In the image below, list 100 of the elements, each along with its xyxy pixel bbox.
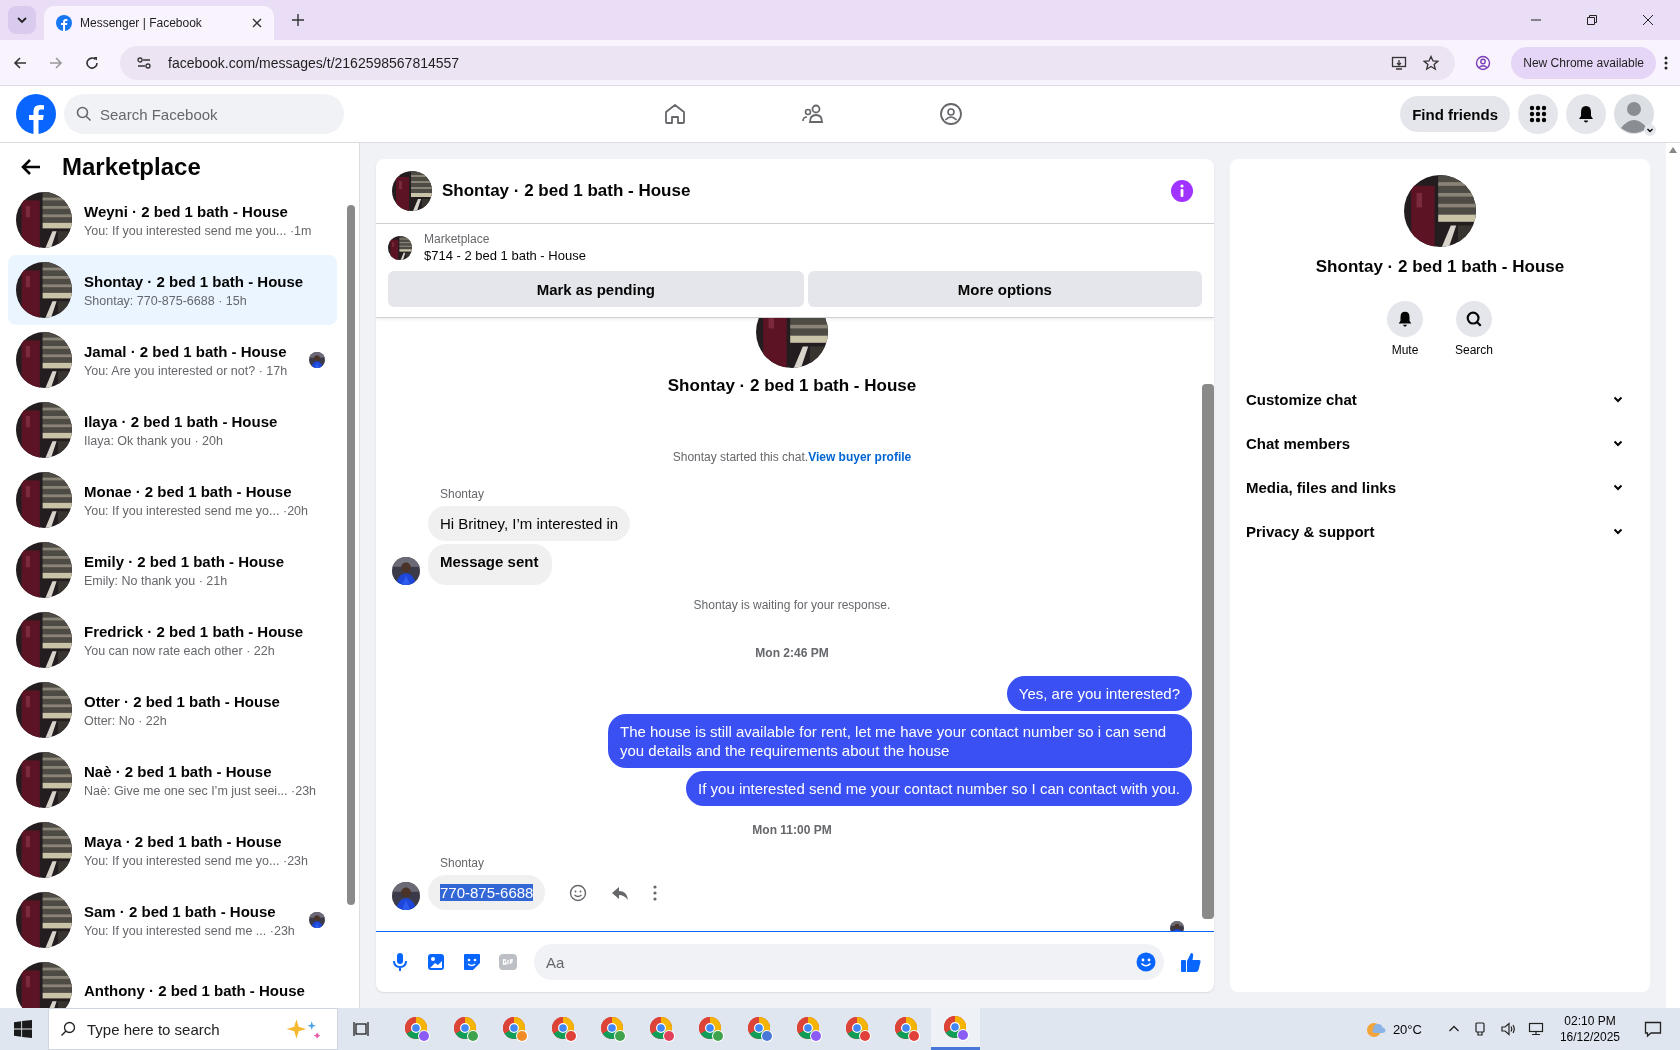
conversation-item[interactable]: Otter · 2 bed 1 bath - House Otter: No · 22h: [8, 675, 337, 745]
conversation-title: Shontay · 2 bed 1 bath - House: [84, 272, 305, 290]
volume-icon[interactable]: [1499, 1021, 1516, 1037]
notification-icon[interactable]: [1644, 1020, 1662, 1038]
taskbar-search-field[interactable]: Type here to search: [48, 1008, 338, 1050]
profile-icon[interactable]: [1475, 54, 1492, 71]
scrollbar[interactable]: [1666, 143, 1680, 1008]
conversation-item[interactable]: Fredrick · 2 bed 1 bath - House You can now rate each other · 22h: [8, 605, 337, 675]
buyer-profile-link[interactable]: View buyer profile: [808, 450, 912, 464]
weather-text: 20°C: [1392, 1021, 1422, 1037]
notifications-button[interactable]: [1566, 94, 1606, 134]
back-icon[interactable]: [12, 54, 28, 71]
home-icon[interactable]: [663, 102, 688, 126]
collapsible-section[interactable]: Customize chat: [1246, 377, 1638, 421]
timestamp: Mon 11:00 PM: [752, 823, 832, 837]
facebook-logo-icon: [56, 15, 72, 31]
conversation-title: Weyni · 2 bed 1 bath - House: [84, 202, 289, 220]
close-icon[interactable]: [1642, 14, 1654, 26]
search-field[interactable]: Search Facebook: [64, 94, 344, 134]
conversation-title: Fredrick · 2 bed 1 bath - House: [84, 622, 305, 640]
browser-icon: [500, 1015, 529, 1043]
outgoing-message: Yes, are you interested?: [1006, 676, 1192, 711]
conversation-item[interactable]: Emily · 2 bed 1 bath - House Emily: No thank you · 21h: [8, 535, 337, 605]
thumbs-up-icon[interactable]: [1180, 951, 1202, 973]
browser-icon: [843, 1015, 872, 1043]
microphone-icon[interactable]: [390, 952, 410, 972]
message-field[interactable]: Aa: [534, 944, 1164, 980]
bell-icon: [1576, 104, 1596, 124]
listing-action-button[interactable]: More options: [807, 271, 1202, 307]
incoming-message: Hi Britney, I’m interested in: [428, 506, 631, 541]
forward-icon[interactable]: [48, 54, 64, 71]
image-icon[interactable]: [426, 952, 446, 972]
sidebar-title: Marketplace: [62, 153, 201, 181]
account-button[interactable]: [1614, 94, 1654, 134]
more-icon[interactable]: [1664, 55, 1668, 70]
message-preview: You: If you interested send me yo... ·20h: [84, 503, 309, 518]
browser-icon: [696, 1015, 725, 1043]
star-icon[interactable]: [1423, 54, 1440, 71]
conversation-item[interactable]: Shontay · 2 bed 1 bath - House Shontay: 770-875-6688 · 15h: [8, 255, 337, 325]
new-tab-icon[interactable]: [292, 14, 304, 26]
collapsible-section[interactable]: Chat members: [1246, 421, 1638, 465]
message-preview: You: If you interested send me yo... ·23h: [84, 853, 309, 868]
friends-icon[interactable]: [801, 102, 826, 126]
collapsible-section[interactable]: Media, files and links: [1246, 465, 1638, 509]
mute-button[interactable]: [1387, 301, 1423, 337]
action-label: Mute: [1391, 343, 1419, 357]
browser-icon: [941, 1013, 970, 1042]
emoji-icon[interactable]: [569, 883, 588, 902]
conversation-item[interactable]: Weyni · 2 bed 1 bath - House You: If you interested send me you... ·1m: [8, 185, 337, 255]
browser-icon: [402, 1015, 431, 1043]
conversation-item[interactable]: Sam · 2 bed 1 bath - House You: If you interested send me ... ·23h: [8, 885, 337, 955]
network-icon[interactable]: [1527, 1021, 1544, 1037]
browser-icon: [794, 1015, 823, 1043]
sticker-icon[interactable]: [462, 952, 482, 972]
groups-icon[interactable]: [939, 102, 964, 126]
collapsible-section[interactable]: Privacy & support: [1246, 509, 1638, 553]
facebook-logo-icon[interactable]: [16, 94, 56, 134]
scroll-arrow-icon[interactable]: [1669, 147, 1677, 153]
windows-start-icon[interactable]: [14, 1020, 32, 1038]
browser-tab[interactable]: Messenger | Facebook: [44, 6, 274, 40]
menu-icon: [1529, 105, 1547, 123]
incoming-message: Message sent: [428, 544, 553, 585]
conversation-title: Ilaya · 2 bed 1 bath - House: [84, 412, 279, 430]
reload-icon[interactable]: [84, 54, 100, 71]
conversation-item[interactable]: Ilaya · 2 bed 1 bath - House Ilaya: Ok thank you · 20h: [8, 395, 337, 465]
outgoing-message: If you interested send me your contact number so I can contact with you.: [686, 771, 1192, 806]
menu-button[interactable]: [1518, 94, 1558, 134]
restore-icon[interactable]: [1586, 14, 1598, 26]
close-icon[interactable]: [252, 18, 262, 28]
info-icon[interactable]: [1170, 179, 1194, 203]
message-preview: You can now rate each other · 22h: [84, 643, 276, 658]
emoji-icon[interactable]: [1136, 952, 1156, 972]
clock-date: 16/12/2025: [1559, 1029, 1620, 1045]
conversation-item[interactable]: Monae · 2 bed 1 bath - House You: If you interested send me yo... ·20h: [8, 465, 337, 535]
site-settings-icon[interactable]: [136, 54, 152, 71]
conversation-item[interactable]: Maya · 2 bed 1 bath - House You: If you interested send me yo... ·23h: [8, 815, 337, 885]
conversation-title: Monae · 2 bed 1 bath - House: [84, 482, 293, 500]
system-note: Shontay started this chat.View buyer profile: [672, 450, 912, 464]
conversation-item[interactable]: Naè · 2 bed 1 bath - House Naè: Give me one sec I’m just seei... ·23h: [8, 745, 337, 815]
listing-action-button[interactable]: Mark as pending: [388, 271, 804, 307]
conversation-title: Otter · 2 bed 1 bath - House: [84, 692, 281, 710]
address-field[interactable]: facebook.com/messages/t/2162598567814557: [120, 45, 1456, 80]
system-note: Shontay is waiting for your response.: [693, 598, 891, 612]
search-button[interactable]: [1456, 301, 1492, 337]
message-preview: Ilaya: Ok thank you · 20h: [84, 433, 224, 448]
taskbar-app-button[interactable]: [931, 1008, 980, 1050]
message-preview: Shontay: 770-875-6688 · 15h: [84, 293, 248, 308]
message-preview: Naè: Give me one sec I’m just seei... ·23h: [84, 783, 318, 798]
conversation-name: Shontay · 2 bed 1 bath - House: [667, 376, 917, 396]
conversation-title: Anthony · 2 bed 1 bath - House: [84, 981, 306, 999]
conversation-item[interactable]: Jamal · 2 bed 1 bath - House You: Are you interested or not? · 17h: [8, 325, 337, 395]
update-button[interactable]: New Chrome available: [1511, 46, 1656, 79]
find-friends-button[interactable]: Find friends: [1400, 96, 1510, 132]
tab-list-button[interactable]: [8, 6, 36, 34]
conversation-title: Emily · 2 bed 1 bath - House: [84, 552, 286, 570]
task-view-icon[interactable]: [352, 1020, 370, 1038]
browser-icon: [598, 1015, 627, 1043]
install-icon[interactable]: [1391, 54, 1408, 71]
timestamp: Mon 2:46 PM: [755, 646, 829, 660]
message-preview: Emily: No thank you · 21h: [84, 573, 229, 588]
